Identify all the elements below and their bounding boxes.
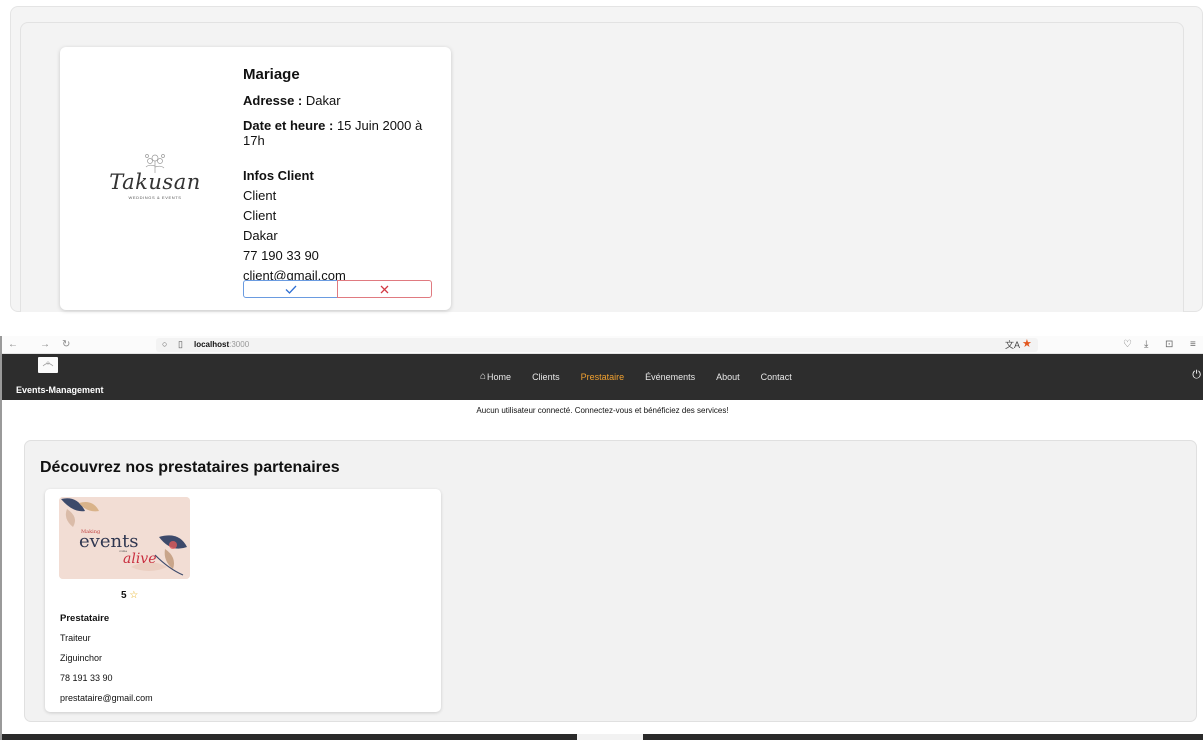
nav-home-label: Home	[487, 371, 512, 382]
star-icon: ☆	[129, 590, 139, 601]
client-first-name: Client	[243, 188, 277, 203]
provider-city: Ziguinchor	[60, 653, 103, 663]
reject-button[interactable]	[337, 280, 432, 298]
date-label: Date et heure :	[243, 118, 334, 133]
bookmark-star-icon[interactable]: ★	[1022, 337, 1032, 350]
url-text: localhost:3000	[194, 340, 249, 349]
nav-contact[interactable]: Contact	[761, 371, 792, 382]
provider-phone: 78 191 33 90	[60, 673, 113, 683]
logo-subtext: WEDDINGS & EVENTS	[128, 195, 182, 200]
taskbar-item[interactable]	[577, 734, 643, 740]
home-icon: ⌂	[480, 371, 487, 382]
client-section-title: Infos Client	[243, 168, 314, 183]
accept-button[interactable]	[243, 280, 338, 298]
event-title: Mariage	[243, 66, 300, 83]
close-icon	[380, 285, 389, 293]
brand-logo[interactable]	[38, 357, 58, 373]
provider-name: Prestataire	[60, 613, 110, 624]
logo-flourish-icon	[42, 361, 54, 367]
nav-events[interactable]: Événements	[645, 371, 695, 382]
client-phone: 77 190 33 90	[243, 248, 319, 263]
browser-window: ← → ↻ ○ ▯ localhost:3000 文A ★ ♡ ⤓ ⊡ ≡ Ev…	[0, 336, 1203, 740]
nav-providers[interactable]: Prestataire	[581, 371, 625, 382]
provider-image-art: Making events come alive	[59, 497, 190, 579]
brand-name[interactable]: Events-Management	[16, 385, 104, 395]
event-logo: Takusan WEDDINGS & EVENTS	[100, 152, 210, 202]
image-text-events: events	[79, 531, 139, 552]
provider-service: Traiteur	[60, 633, 91, 643]
provider-info: Prestataire Traiteur Ziguinchor 78 191 3…	[60, 613, 153, 713]
translate-icon[interactable]: 文A	[1005, 338, 1020, 351]
logo-script-text: Takusan	[109, 170, 201, 194]
url-host: localhost	[194, 340, 230, 349]
page-icon: ▯	[178, 339, 183, 349]
providers-panel: Découvrez nos prestataires partenaires M…	[24, 440, 1197, 722]
check-icon	[285, 285, 296, 294]
event-action-buttons	[243, 280, 432, 298]
address-bar[interactable]: ○ ▯ localhost:3000	[156, 338, 1038, 352]
power-icon[interactable]: ⏻	[1192, 369, 1201, 382]
reload-icon[interactable]: ↻	[62, 339, 70, 350]
event-card: Takusan WEDDINGS & EVENTS Mariage Adress…	[60, 47, 451, 310]
taskbar	[2, 734, 1203, 740]
shield-icon[interactable]: ○	[162, 339, 167, 349]
app-header: Events-Management ⌂ Home Clients Prestata…	[2, 354, 1203, 400]
pocket-icon[interactable]: ♡	[1123, 339, 1132, 350]
event-date: Date et heure : 15 Juin 2000 à 17h	[243, 118, 443, 148]
rating-value: 5	[121, 590, 127, 601]
browser-toolbar: ← → ↻ ○ ▯ localhost:3000 文A ★ ♡ ⤓ ⊡ ≡	[2, 336, 1203, 354]
url-port: :3000	[229, 340, 250, 349]
nav-about[interactable]: About	[716, 371, 740, 382]
nav-home[interactable]: ⌂ Home	[480, 371, 511, 382]
client-last-name: Client	[243, 208, 277, 223]
provider-card: Making events come alive 5 ☆ Prestataire…	[45, 489, 441, 712]
extensions-icon[interactable]: ⊡	[1165, 339, 1173, 350]
page-title: Découvrez nos prestataires partenaires	[40, 459, 340, 476]
client-city: Dakar	[243, 228, 278, 243]
provider-email: prestataire@gmail.com	[60, 693, 153, 703]
menu-icon[interactable]: ≡	[1190, 339, 1196, 350]
back-icon[interactable]: ←	[8, 339, 18, 350]
main-nav: ⌂ Home Clients Prestataire Événements Abo…	[480, 371, 813, 382]
image-text-alive: alive	[123, 551, 157, 567]
provider-image: Making events come alive	[59, 497, 190, 579]
address-label: Adresse :	[243, 93, 303, 108]
forward-icon[interactable]: →	[40, 339, 50, 350]
address-value: Dakar	[305, 93, 341, 108]
event-address: Adresse : Dakar	[243, 93, 443, 108]
login-notice: Aucun utilisateur connecté. Connectez-vo…	[476, 406, 729, 415]
event-info: Mariage Adresse : Dakar Date et heure : …	[243, 67, 443, 288]
nav-clients[interactable]: Clients	[532, 371, 560, 382]
provider-rating: 5 ☆	[121, 590, 138, 601]
download-icon[interactable]: ⤓	[1144, 339, 1148, 350]
